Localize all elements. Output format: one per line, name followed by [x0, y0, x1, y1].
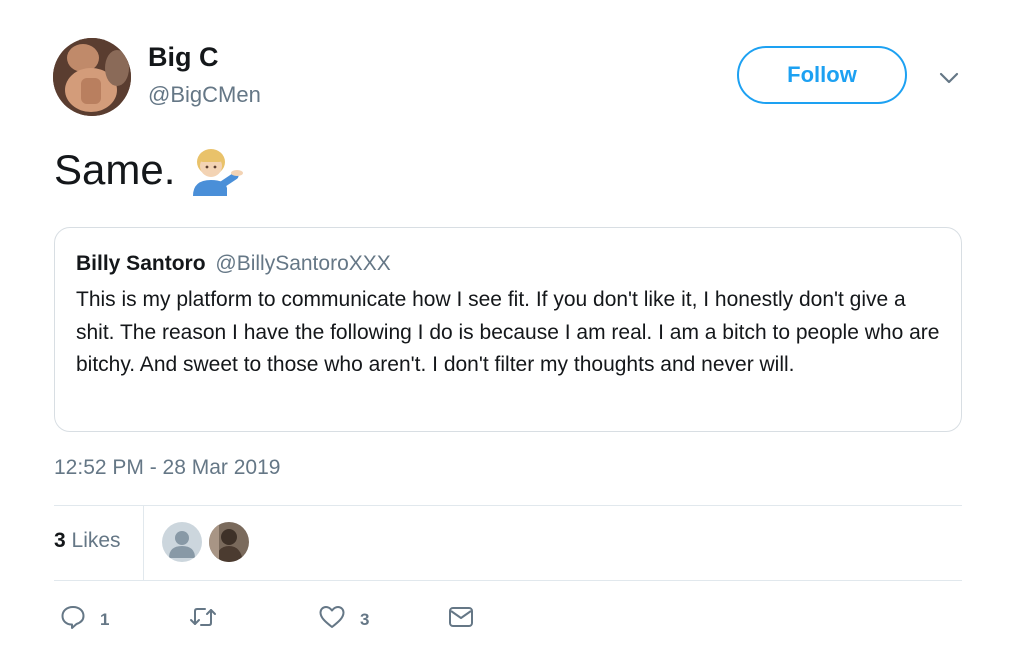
likes-stat[interactable]: 3 Likes	[54, 529, 121, 553]
author-display-name[interactable]: Big C	[148, 42, 219, 73]
retweet-action[interactable]	[188, 604, 232, 635]
reply-action[interactable]: 1	[60, 604, 109, 635]
person-tipping-hand-emoji-icon	[189, 142, 245, 198]
envelope-icon[interactable]	[447, 604, 475, 635]
tweet-timestamp[interactable]: 12:52 PM - 28 Mar 2019	[54, 456, 280, 480]
follow-button[interactable]: Follow	[737, 46, 907, 104]
like-count: 3	[360, 609, 370, 629]
quoted-tweet-card[interactable]: Billy Santoro @BillySantoroXXX This is m…	[54, 227, 962, 432]
quoted-author-handle: @BillySantoroXXX	[215, 252, 391, 275]
retweet-icon[interactable]	[188, 604, 218, 635]
chevron-down-icon[interactable]	[936, 66, 962, 90]
like-action[interactable]: 3	[318, 604, 369, 635]
reply-icon[interactable]	[60, 604, 86, 635]
reply-count: 1	[100, 609, 110, 629]
direct-message-action[interactable]	[447, 604, 475, 635]
tweet-text-row: Same.	[54, 142, 245, 198]
divider	[54, 580, 962, 581]
stats-divider	[143, 505, 144, 580]
quoted-tweet-text: This is my platform to communicate how I…	[76, 288, 940, 376]
quoted-tweet-header: Billy Santoro @BillySantoroXXX	[76, 252, 391, 276]
liker-avatar-default[interactable]	[162, 522, 202, 562]
divider	[54, 505, 962, 506]
tweet-text: Same.	[54, 146, 176, 193]
liker-avatar-photo[interactable]	[209, 522, 249, 562]
likes-label: Likes	[71, 529, 121, 552]
author-avatar[interactable]	[53, 38, 131, 116]
likes-count: 3	[54, 529, 66, 552]
heart-icon[interactable]	[318, 604, 346, 635]
quoted-author-name: Billy Santoro	[76, 252, 206, 275]
author-handle[interactable]: @BigCMen	[148, 82, 261, 108]
